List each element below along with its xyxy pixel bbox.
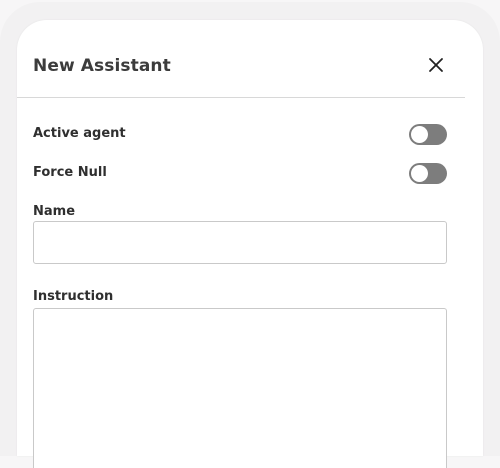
close-icon [425,54,447,76]
modal-header: New Assistant [17,20,465,98]
modal-title: New Assistant [33,56,171,76]
new-assistant-modal: New Assistant Active agent Force Null Na… [17,20,483,468]
toggle-knob [411,126,428,143]
close-button[interactable] [425,54,447,76]
active-agent-label: Active agent [33,126,126,141]
toggle-knob [411,165,428,182]
instruction-textarea[interactable] [33,308,447,468]
active-agent-row: Active agent [33,124,447,146]
active-agent-toggle[interactable] [409,124,447,145]
name-label: Name [33,204,76,219]
instruction-label: Instruction [33,289,114,304]
force-null-toggle[interactable] [409,163,447,184]
force-null-row: Force Null [33,163,447,185]
name-input[interactable] [33,221,447,264]
force-null-label: Force Null [33,165,107,180]
